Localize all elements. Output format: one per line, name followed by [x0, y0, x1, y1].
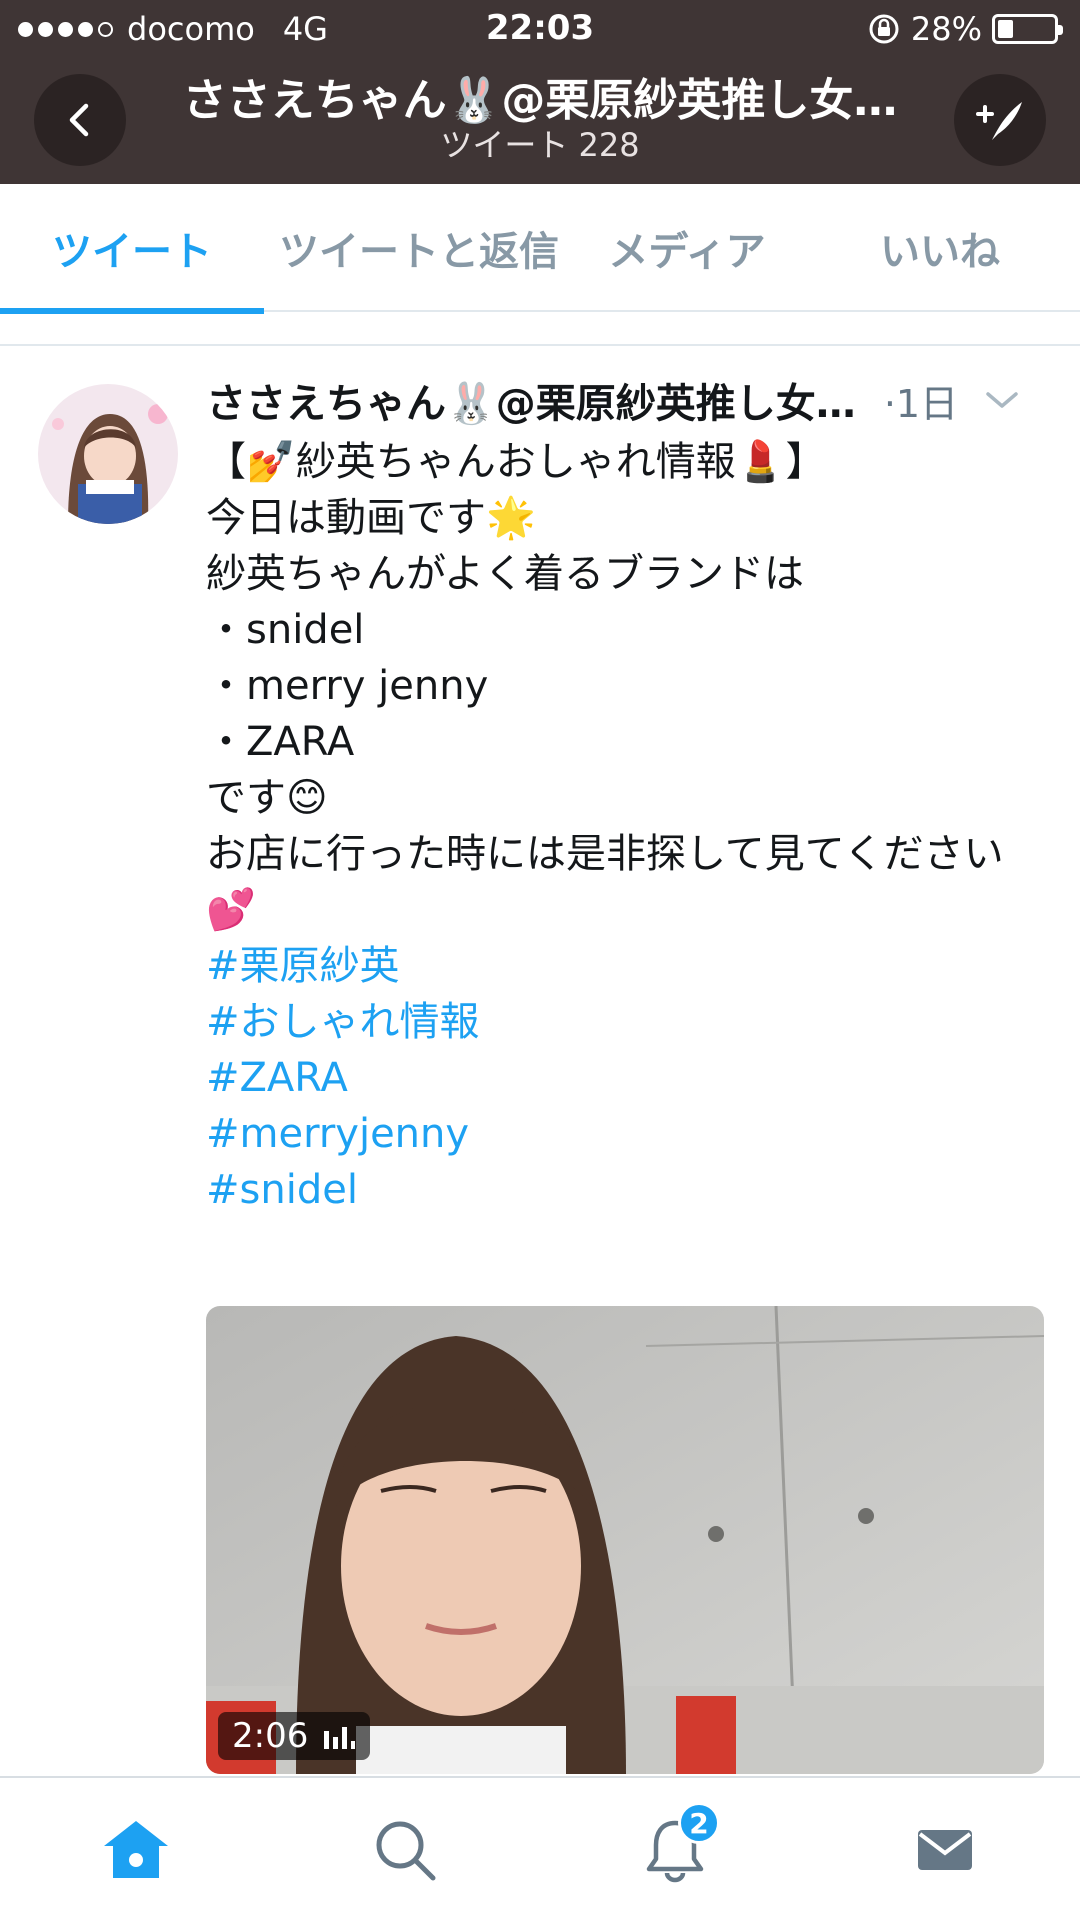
tab-tweets[interactable]: ツイート: [0, 184, 264, 314]
battery-icon: [992, 14, 1063, 44]
tweet-text: 【💅紗英ちゃんおしゃれ情報💄】 今日は動画です🌟 紗英ちゃんがよく着るブランドは…: [206, 434, 1046, 1218]
compose-button[interactable]: [954, 74, 1046, 166]
nav-home[interactable]: [91, 1808, 181, 1892]
tweet-line: です😊: [206, 775, 328, 821]
tweet-line: 【💅紗英ちゃんおしゃれ情報💄】: [206, 439, 826, 485]
tweet-header: ささえちゃん🐰@栗原紗英推し女… ·1日: [206, 372, 1056, 428]
tweet-line: お店に行った時には是非探して見てください💕: [206, 831, 1004, 933]
chevron-left-icon: [69, 103, 89, 137]
hashtag-link[interactable]: #ZARA: [206, 1050, 1046, 1106]
battery-percent: 28%: [910, 10, 982, 48]
nav-search[interactable]: [360, 1808, 450, 1892]
compose-quill-icon: [976, 102, 1022, 140]
bottom-nav: 2: [0, 1776, 1080, 1920]
tab-likes[interactable]: いいね: [800, 184, 1080, 312]
author-name[interactable]: ささえちゃん🐰@栗原紗英推し女…: [206, 371, 856, 429]
nav-messages[interactable]: [900, 1808, 990, 1892]
hashtag-link[interactable]: #merryjenny: [206, 1106, 1046, 1162]
notification-badge: 2: [678, 1802, 720, 1844]
status-bar: docomo 4G 22:03 28%: [0, 0, 1080, 56]
nav-notifications[interactable]: 2: [630, 1802, 720, 1892]
tweet-line: ・snidel: [206, 607, 365, 653]
tweet-count: ツイート 228: [440, 126, 640, 164]
tweet-line: ・ZARA: [206, 719, 355, 765]
search-icon: [376, 1821, 436, 1881]
chevron-down-icon[interactable]: [984, 388, 1020, 412]
messages-icon: [918, 1830, 972, 1870]
profile-tabs: ツイート ツイートと返信 メディア いいね: [0, 184, 1080, 314]
video-duration: 2:06: [218, 1712, 371, 1760]
back-button[interactable]: [34, 74, 126, 166]
orientation-lock-icon: [869, 14, 899, 44]
profile-title: ささえちゃん🐰@栗原紗英推し女…: [182, 75, 898, 126]
tab-media[interactable]: メディア: [574, 184, 800, 312]
video-player[interactable]: 2:06: [206, 1306, 1044, 1774]
tweet-line: 今日は動画です🌟: [206, 495, 536, 541]
hashtag-link[interactable]: #snidel: [206, 1162, 1046, 1218]
tab-tweets-and-replies[interactable]: ツイートと返信: [264, 184, 574, 312]
avatar[interactable]: [38, 384, 178, 524]
hashtag-link[interactable]: #おしゃれ情報: [206, 994, 1046, 1050]
header-bar: docomo 4G 22:03 28% ささえちゃん🐰@栗原紗英推し女… ツイー…: [0, 0, 1080, 184]
audio-bars-icon: [324, 1727, 356, 1749]
video-thumbnail: [206, 1306, 1044, 1774]
tweet-time[interactable]: ·1日: [884, 373, 958, 428]
tweet-line: 紗英ちゃんがよく着るブランドは: [206, 551, 804, 597]
home-icon: [104, 1821, 168, 1878]
divider: [0, 344, 1080, 346]
hashtag-link[interactable]: #栗原紗英: [206, 938, 1046, 994]
duration-label: 2:06: [232, 1716, 309, 1756]
tweet-line: ・merry jenny: [206, 663, 489, 709]
